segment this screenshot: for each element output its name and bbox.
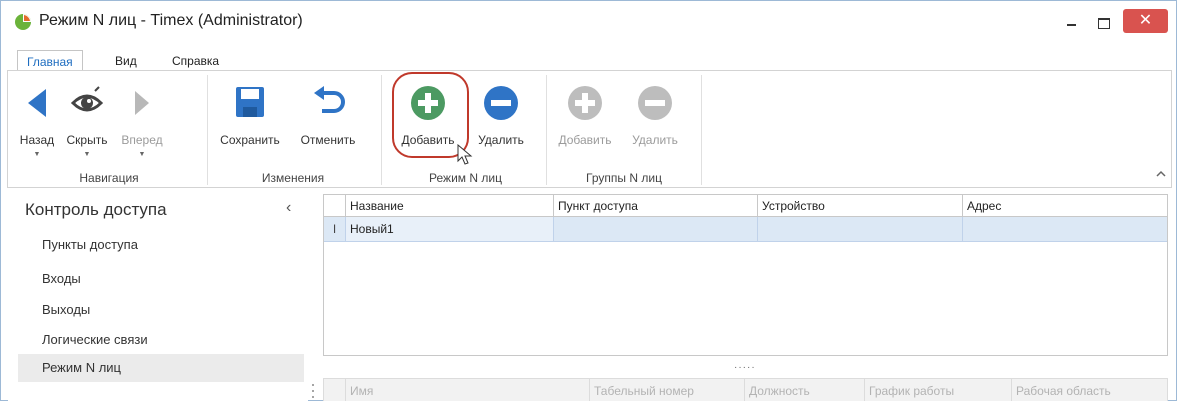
- tab-home[interactable]: Главная: [17, 50, 83, 72]
- sidebar-item-mode-n-persons[interactable]: Режим N лиц: [18, 354, 304, 382]
- group-divider: [381, 75, 382, 185]
- table-row[interactable]: I Новый1: [324, 217, 1167, 242]
- chevron-left-icon[interactable]: ‹: [286, 199, 291, 217]
- arrow-right-icon: [135, 91, 149, 115]
- chevron-down-icon: ▼: [138, 151, 146, 158]
- grid-header: Название Пункт доступа Устройство Адрес: [324, 195, 1167, 217]
- sidebar-item-outputs[interactable]: Выходы: [18, 296, 304, 324]
- forward-label: Вперед: [121, 133, 163, 147]
- save-label: Сохранить: [220, 133, 280, 147]
- window-title: Режим N лиц - Timex (Administrator): [39, 12, 303, 29]
- mouse-cursor-icon: [457, 144, 473, 165]
- app-window: Режим N лиц - Timex (Administrator) ✕ Гл…: [0, 0, 1177, 401]
- cell-device[interactable]: [757, 217, 962, 241]
- column-header-work-area[interactable]: Рабочая область: [1011, 379, 1167, 401]
- ribbon: Назад ▼ Скрыть ▼ Вперед ▼ Навигация Сохр…: [7, 70, 1172, 188]
- cell-access-point[interactable]: [553, 217, 757, 241]
- splitter-handle-icon[interactable]: [310, 382, 316, 400]
- column-header-person-name[interactable]: Имя: [345, 379, 589, 401]
- chevron-down-icon: ▼: [33, 151, 41, 158]
- ribbon-tabs: Главная Вид Справка: [1, 42, 1176, 72]
- undo-icon: [314, 86, 345, 113]
- column-header-personnel-number[interactable]: Табельный номер: [589, 379, 744, 401]
- back-label: Назад: [19, 133, 55, 147]
- tab-view[interactable]: Вид: [106, 50, 146, 72]
- group-divider: [546, 75, 547, 185]
- cell-address[interactable]: [962, 217, 1167, 241]
- app-logo-icon: [15, 14, 31, 30]
- arrow-left-icon: [28, 89, 46, 117]
- column-header-device[interactable]: Устройство: [757, 195, 962, 217]
- hide-button[interactable]: Скрыть ▼: [62, 77, 112, 167]
- save-icon: [236, 87, 264, 117]
- sidebar-item-access-points[interactable]: Пункты доступа: [18, 231, 304, 259]
- hide-label: Скрыть: [66, 133, 108, 147]
- column-header-name[interactable]: Название: [345, 195, 553, 217]
- minimize-button[interactable]: [1060, 13, 1082, 31]
- mode-grid: Название Пункт доступа Устройство Адрес …: [323, 194, 1168, 356]
- column-header-work-schedule[interactable]: График работы: [864, 379, 1011, 401]
- title-bar: Режим N лиц - Timex (Administrator) ✕: [1, 1, 1176, 42]
- grid-splitter[interactable]: ·····: [734, 362, 756, 373]
- column-header-position[interactable]: Должность: [744, 379, 864, 401]
- sidebar: Контроль доступа ‹ Пункты доступа Входы …: [8, 191, 308, 401]
- plus-circle-icon: [568, 86, 602, 120]
- minus-circle-icon: [484, 86, 518, 120]
- column-header-access-point[interactable]: Пункт доступа: [553, 195, 757, 217]
- forward-button[interactable]: Вперед ▼: [114, 77, 170, 167]
- group-changes-label: Изменения: [261, 171, 325, 185]
- group-divider: [207, 75, 208, 185]
- chevron-down-icon: ▼: [83, 151, 91, 158]
- chevron-up-icon[interactable]: [1154, 167, 1168, 181]
- group-delete-label: Удалить: [632, 133, 678, 147]
- tab-help[interactable]: Справка: [163, 50, 228, 72]
- row-edit-indicator: I: [332, 222, 337, 236]
- save-button[interactable]: Сохранить: [213, 77, 287, 167]
- maximize-button[interactable]: [1092, 13, 1114, 31]
- group-divider: [701, 75, 702, 185]
- cancel-button[interactable]: Отменить: [287, 77, 369, 167]
- delete-label: Удалить: [478, 133, 524, 147]
- sidebar-item-logical-links[interactable]: Логические связи: [18, 326, 304, 354]
- cancel-label: Отменить: [300, 133, 356, 147]
- members-grid: Имя Табельный номер Должность График раб…: [323, 378, 1168, 401]
- group-delete-button[interactable]: Удалить: [619, 77, 691, 167]
- group-add-label: Добавить: [558, 133, 612, 147]
- delete-button[interactable]: Удалить: [465, 77, 537, 167]
- group-add-button[interactable]: Добавить: [551, 77, 619, 167]
- close-button[interactable]: ✕: [1123, 9, 1168, 33]
- group-navigation-label: Навигация: [79, 171, 139, 185]
- sidebar-title: Контроль доступа: [25, 200, 167, 219]
- eye-hide-icon: [70, 86, 104, 112]
- sidebar-item-inputs[interactable]: Входы: [18, 265, 304, 293]
- close-icon: ✕: [1138, 12, 1153, 29]
- back-button[interactable]: Назад ▼: [14, 77, 60, 167]
- group-groups-label: Группы N лиц: [586, 171, 662, 185]
- cell-name[interactable]: Новый1: [345, 217, 553, 241]
- group-mode-label: Режим N лиц: [429, 171, 502, 185]
- column-header-address[interactable]: Адрес: [962, 195, 1167, 217]
- minus-circle-icon: [638, 86, 672, 120]
